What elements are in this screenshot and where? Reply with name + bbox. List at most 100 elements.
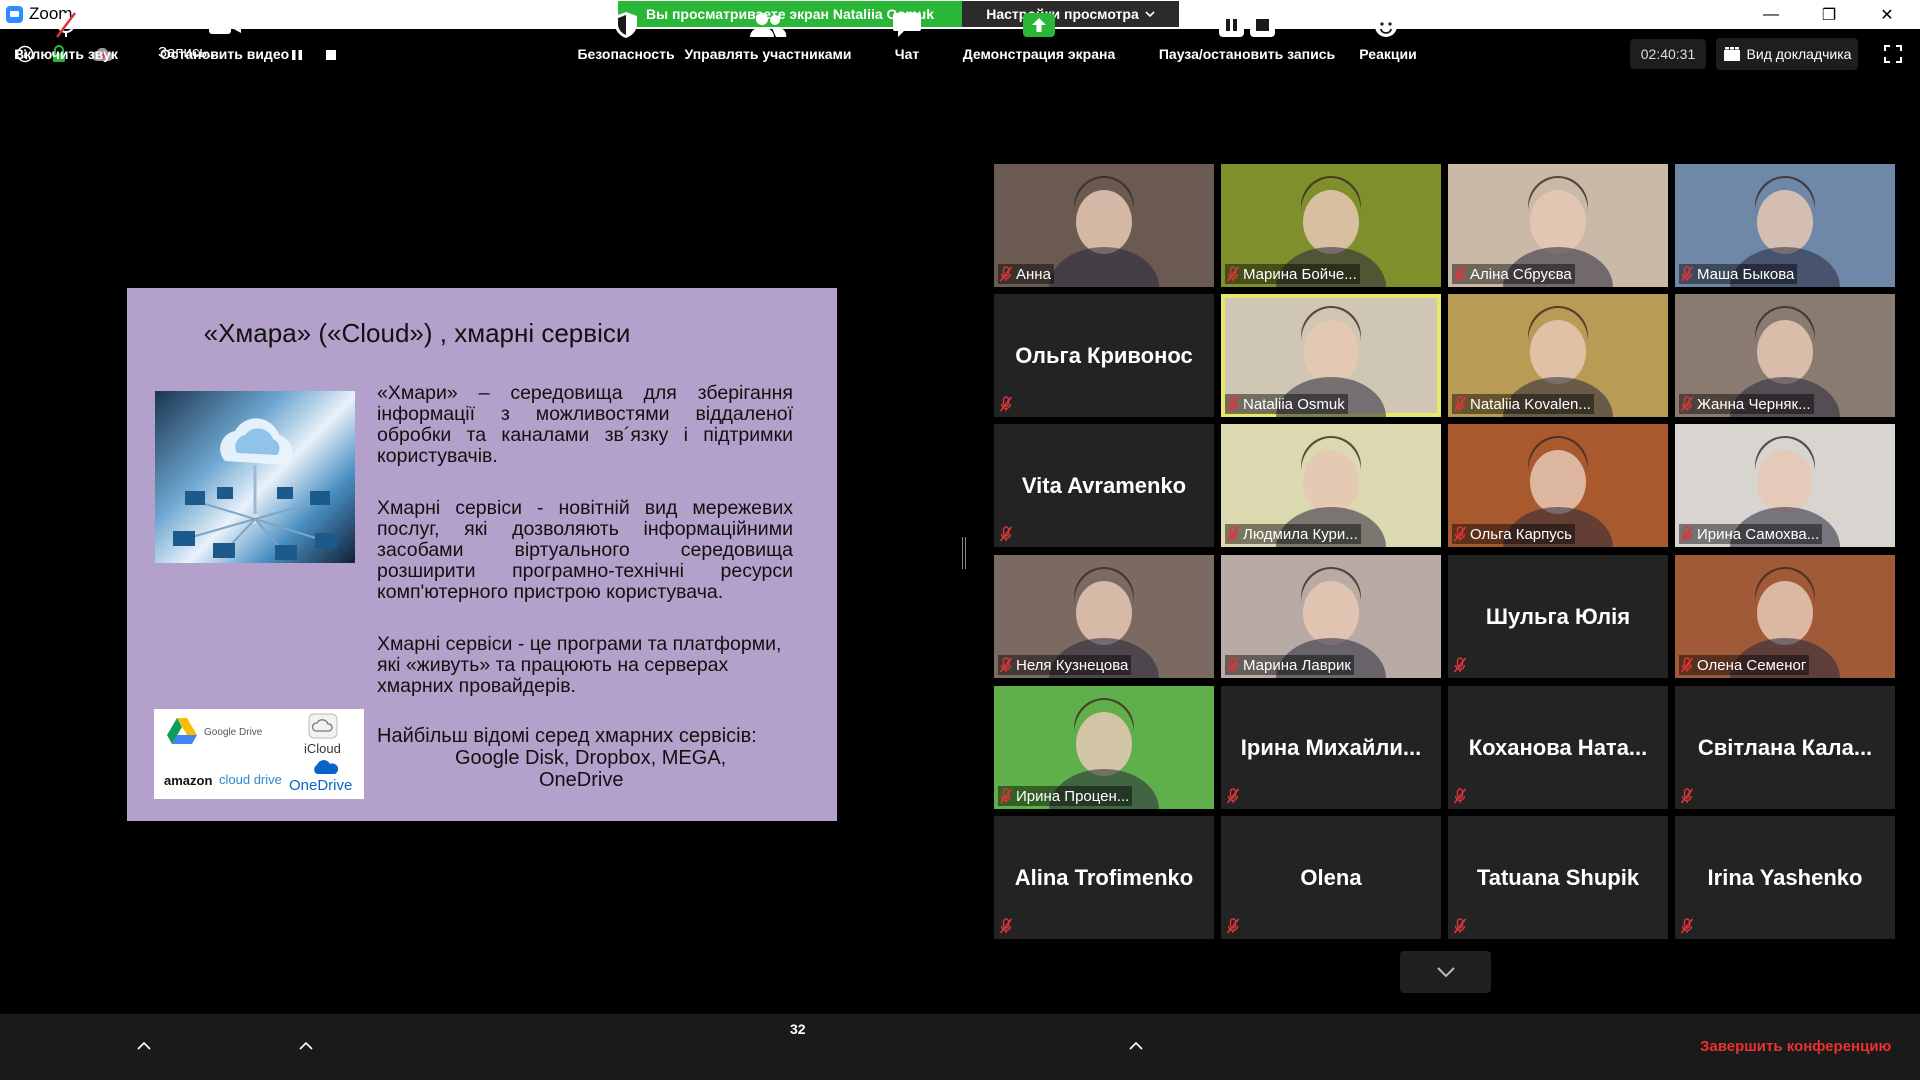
participant-tile[interactable]: Vita Avramenko (994, 424, 1214, 547)
fullscreen-icon[interactable] (1882, 43, 1904, 65)
minimize-button[interactable]: — (1748, 0, 1794, 29)
participant-tile[interactable]: Аліна Сбруєва (1448, 164, 1668, 287)
participant-tile[interactable]: Марина Лаврик (1221, 555, 1441, 678)
unmute-label: Включить звук (14, 46, 118, 62)
cloud-services-logos: Google Drive iCloud amazon cloud drive O… (154, 709, 364, 799)
participant-tile[interactable]: Ольга Карпусь (1448, 424, 1668, 547)
participant-display-name: Olena (1300, 864, 1362, 890)
participant-tile[interactable]: Nataliia Kovalen... (1448, 294, 1668, 417)
participant-label: Олена Семеног (1679, 655, 1810, 675)
onedrive-icon (314, 760, 339, 774)
stop-video-label: Остановить видео (159, 46, 290, 62)
participant-label (998, 394, 1016, 414)
slide-title: «Хмара» («Cloud») , хмарні сервіси (203, 318, 631, 348)
share-screen-button[interactable]: Демонстрация экрана (955, 0, 1123, 66)
participant-tile[interactable]: Маша Быкова (1675, 164, 1895, 287)
video-options-caret[interactable] (296, 1036, 316, 1056)
slide-paragraph-4-line-1: Найбільш відомі серед хмарних сервісів: (377, 725, 757, 747)
audio-options-caret[interactable] (134, 1036, 154, 1056)
manage-participants-button[interactable]: Управлять участниками (680, 0, 856, 66)
chevron-up-icon (299, 1042, 313, 1050)
participant-tile[interactable]: Анна (994, 164, 1214, 287)
participant-label (1679, 786, 1697, 806)
participant-tile[interactable]: Неля Кузнецова (994, 555, 1214, 678)
next-page-button[interactable] (1400, 951, 1491, 993)
stop-video-button[interactable]: Остановить видео (158, 0, 291, 66)
shared-screen-slide: «Хмара» («Cloud») , хмарні сервіси «Хмар… (127, 288, 837, 821)
chevron-down-icon (1145, 11, 1155, 18)
grid-view-icon (1723, 47, 1740, 61)
participant-name: Nataliia Kovalen... (1470, 395, 1591, 413)
participant-tile[interactable]: Ольга Кривонос (994, 294, 1214, 417)
reactions-button[interactable]: Реакции (1350, 0, 1426, 66)
participant-display-name: Ірина Михайли... (1240, 734, 1422, 760)
participant-tile[interactable]: Марина Бойче... (1221, 164, 1441, 287)
participant-name: Марина Лаврик (1243, 656, 1351, 674)
participant-label: Ирина Процен... (998, 786, 1133, 806)
stop-recording-icon[interactable] (322, 46, 340, 64)
onedrive-logo-text: OneDrive (289, 777, 353, 794)
icloud-icon (308, 713, 338, 739)
microphone-muted-icon (1226, 396, 1240, 412)
participant-label: Анна (998, 264, 1054, 284)
participant-label (1225, 786, 1243, 806)
security-button[interactable]: Безопасность (576, 0, 676, 66)
restore-button[interactable]: ❐ (1806, 0, 1852, 29)
participant-label: Nataliia Kovalen... (1452, 394, 1594, 414)
participant-tile[interactable]: Irina Yashenko (1675, 816, 1895, 939)
participant-label (1225, 916, 1243, 936)
participant-tile[interactable]: Tatuana Shupik (1448, 816, 1668, 939)
chat-bubble-icon (892, 10, 922, 40)
participant-name: Олена Семеног (1697, 656, 1807, 674)
participant-label (1452, 916, 1470, 936)
unmute-button[interactable]: Включить звук (8, 0, 124, 66)
participant-display-name: Шульга Юлія (1485, 603, 1631, 629)
participant-display-name: Tatuana Shupik (1476, 864, 1640, 890)
google-drive-logo-text: Google Drive (204, 727, 263, 738)
microphone-muted-icon (1226, 266, 1240, 282)
pause-stop-recording-button[interactable]: Пауза/остановить запись (1156, 0, 1338, 66)
participant-tile[interactable]: Шульга Юлія (1448, 555, 1668, 678)
participant-label: Nataliia Osmuk (1225, 394, 1348, 414)
cloud-network-illustration (155, 391, 355, 563)
participant-label (998, 524, 1016, 544)
participant-label (1452, 655, 1470, 675)
participant-tile[interactable]: Alina Trofimenko (994, 816, 1214, 939)
chevron-up-icon (1129, 1042, 1143, 1050)
participant-tile[interactable]: Людмила Кури... (1221, 424, 1441, 547)
participant-name: Жанна Черняк... (1697, 395, 1811, 413)
microphone-muted-icon (1453, 657, 1467, 673)
slide-paragraph-4: Найбільш відомі серед хмарних сервісів: … (377, 725, 807, 791)
amazon-cloud-logo-text: cloud drive (219, 772, 282, 787)
participant-label: Жанна Черняк... (1679, 394, 1814, 414)
security-label: Безопасность (577, 46, 675, 62)
microphone-muted-icon (1453, 526, 1467, 542)
participant-tile[interactable]: Олена Семеног (1675, 555, 1895, 678)
close-button[interactable]: ✕ (1864, 0, 1910, 29)
microphone-muted-icon (999, 657, 1013, 673)
microphone-muted-icon (1453, 788, 1467, 804)
google-drive-icon (167, 718, 197, 744)
share-options-caret[interactable] (1126, 1036, 1146, 1056)
icloud-logo-text: iCloud (304, 741, 341, 756)
meeting-toolbar (0, 1014, 1920, 1080)
participant-tile[interactable]: Ирина Самохва... (1675, 424, 1895, 547)
end-meeting-button[interactable]: Завершить конференцию (1700, 1038, 1891, 1055)
participant-tile[interactable]: Жанна Черняк... (1675, 294, 1895, 417)
participant-label: Марина Бойче... (1225, 264, 1360, 284)
participant-tile[interactable]: Olena (1221, 816, 1441, 939)
participants-icon (748, 10, 788, 40)
participant-tile[interactable]: Коханова Ната... (1448, 686, 1668, 809)
participant-tile[interactable]: Ирина Процен... (994, 686, 1214, 809)
participant-tile[interactable]: Nataliia Osmuk (1221, 294, 1441, 417)
slide-paragraph-3: Хмарні сервіси - це програми та платформ… (377, 633, 782, 697)
participant-tile[interactable]: Ірина Михайли... (1221, 686, 1441, 809)
chat-button[interactable]: Чат (875, 0, 939, 66)
chevron-up-icon (137, 1042, 151, 1050)
slide-paragraph-1: «Хмари» – середовища для зберігання інфо… (377, 382, 793, 467)
split-view-drag-handle[interactable] (962, 537, 966, 569)
participant-display-name: Коханова Ната... (1468, 734, 1648, 760)
speaker-view-button[interactable]: Вид докладчика (1716, 38, 1858, 70)
participant-tile[interactable]: Світлана Кала... (1675, 686, 1895, 809)
participant-name: Неля Кузнецова (1016, 656, 1129, 674)
